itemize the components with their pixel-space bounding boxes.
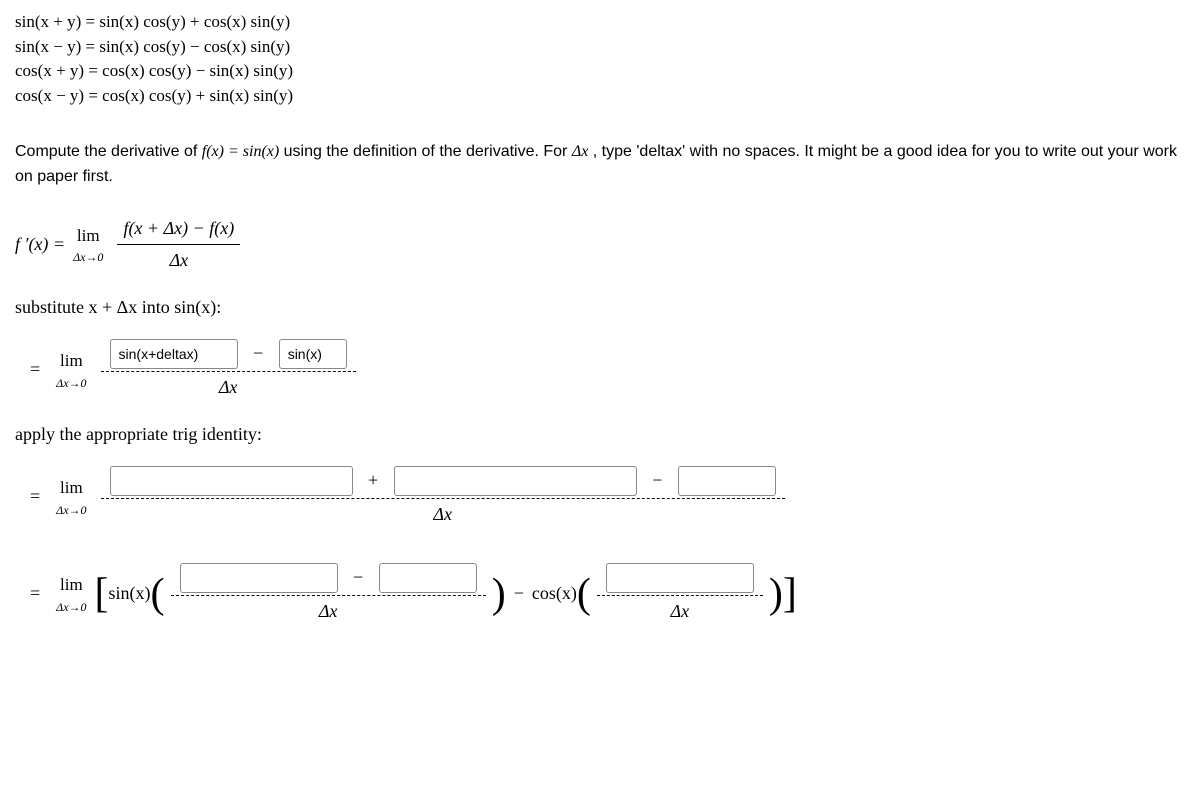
step2-fraction: + − Δx xyxy=(101,466,785,528)
step2-input3[interactable] xyxy=(678,466,776,496)
step1-input1[interactable] xyxy=(110,339,238,369)
step2-text: apply the appropriate trig identity: xyxy=(15,421,1185,448)
instr-func: f(x) = sin(x) xyxy=(202,143,279,160)
step2-row: = lim Δx→0 + − Δx xyxy=(15,466,1185,528)
step2-minus: − xyxy=(652,470,662,490)
step3-input1[interactable] xyxy=(180,563,338,593)
rparen-2: ) xyxy=(769,573,783,615)
trig-identities: sin(x + y) = sin(x) cos(y) + cos(x) sin(… xyxy=(15,10,1185,109)
step2-input1[interactable] xyxy=(110,466,353,496)
step1-text: substitute x + Δx into sin(x): xyxy=(15,294,1185,321)
instr-mid: using the definition of the derivative. … xyxy=(284,143,572,160)
step3-cos: cos(x) xyxy=(532,580,577,607)
step3-minus2: − xyxy=(514,580,524,607)
step3-input2[interactable] xyxy=(379,563,477,593)
rparen-1: ) xyxy=(492,573,506,615)
eq-2: = xyxy=(30,483,40,510)
step1-fraction: − Δx xyxy=(101,339,356,401)
step3-sin: sin(x) xyxy=(109,580,151,607)
lim-1: lim Δx→0 xyxy=(56,348,86,392)
identity-1: sin(x + y) = sin(x) cos(y) + cos(x) sin(… xyxy=(15,10,1185,35)
step2-plus: + xyxy=(368,470,378,490)
identity-4: cos(x − y) = cos(x) cos(y) + sin(x) sin(… xyxy=(15,84,1185,109)
lim-symbol: lim Δx→0 xyxy=(73,223,103,267)
identity-2: sin(x − y) = sin(x) cos(y) − cos(x) sin(… xyxy=(15,35,1185,60)
identity-3: cos(x + y) = cos(x) cos(y) − sin(x) sin(… xyxy=(15,59,1185,84)
lparen-2: ( xyxy=(577,573,591,615)
lim-2: lim Δx→0 xyxy=(56,475,86,519)
eq-3: = xyxy=(30,580,40,607)
step3-frac1: − Δx xyxy=(171,563,486,625)
lparen-1: ( xyxy=(151,573,165,615)
lim-3: lim Δx→0 xyxy=(56,572,86,616)
right-bracket: ] xyxy=(783,573,797,615)
step3-frac2: Δx xyxy=(597,563,763,625)
step3-input3[interactable] xyxy=(606,563,754,593)
step3-row: = lim Δx→0 [ sin(x) ( − Δx ) − cos(x) ( … xyxy=(15,563,1185,625)
def-lhs: f ′(x) = xyxy=(15,231,65,258)
instr-delta: Δx xyxy=(572,143,589,160)
step1-input2[interactable] xyxy=(279,339,347,369)
instruction-text: Compute the derivative of f(x) = sin(x) … xyxy=(15,139,1185,190)
derivative-definition: f ′(x) = lim Δx→0 f(x + Δx) − f(x) Δx xyxy=(15,215,1185,274)
step1-row: = lim Δx→0 − Δx xyxy=(15,339,1185,401)
step1-minus: − xyxy=(253,343,263,363)
instr-prefix: Compute the derivative of xyxy=(15,143,202,160)
step2-input2[interactable] xyxy=(394,466,637,496)
step3-minus1: − xyxy=(353,567,363,587)
def-fraction: f(x + Δx) − f(x) Δx xyxy=(117,215,240,274)
left-bracket: [ xyxy=(95,573,109,615)
eq-1: = xyxy=(30,356,40,383)
